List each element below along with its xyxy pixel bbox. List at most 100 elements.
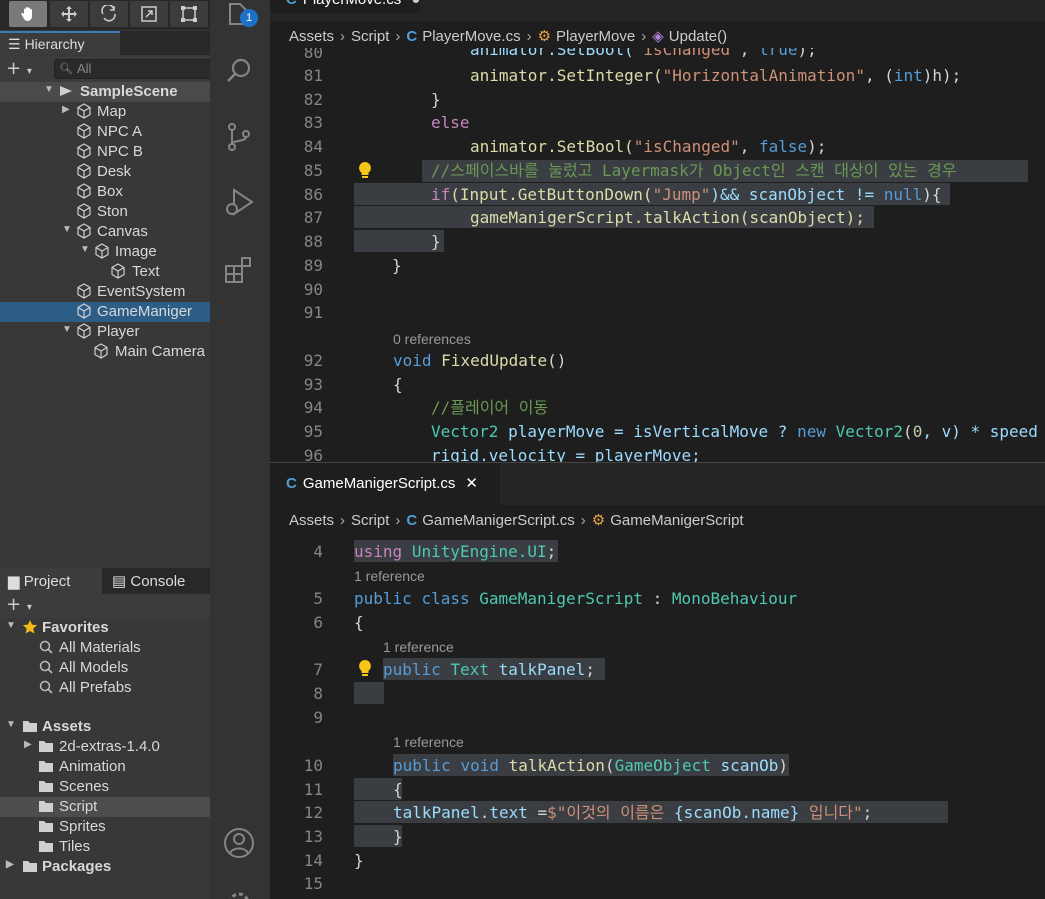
project-item-label: 2d-extras-1.4.0 [59,738,160,755]
line-number: 85 [303,161,323,180]
expand-down-icon[interactable]: ▼ [6,719,16,730]
line-number: 4 [313,542,323,561]
codelens-references[interactable]: 1 reference [383,639,454,655]
hierarchy-item[interactable]: EventSystem [0,282,210,302]
move-tool-button[interactable] [50,1,88,27]
extensions-button[interactable] [222,252,256,286]
lightbulb-icon[interactable] [358,659,372,677]
codelens-references[interactable]: 0 references [393,331,471,347]
run-debug-button[interactable] [222,185,256,219]
settings-button[interactable] [222,886,256,899]
codelens-references[interactable]: 1 reference [393,734,464,750]
crumb-assets[interactable]: Assets [289,512,334,529]
crumb-class[interactable]: GameManigerScript [610,512,743,529]
line-number: 87 [303,208,323,227]
asset-folder[interactable]: Scenes [0,777,210,797]
scale-tool-button[interactable] [130,1,168,27]
expand-down-icon[interactable]: ▼ [62,224,72,235]
console-tab[interactable]: ▤ Console [104,568,210,594]
hierarchy-item[interactable]: NPC A [0,122,210,142]
code-line-5: public class GameManigerScript : MonoBeh… [354,589,798,608]
search-button[interactable] [222,54,256,88]
hierarchy-item-label: Desk [97,163,132,180]
favorite-item[interactable]: All Models [0,658,210,678]
favorite-item[interactable]: All Prefabs [0,678,210,698]
folder-icon [38,838,54,854]
search-icon [38,659,54,675]
expand-down-icon[interactable]: ▼ [80,244,90,255]
crumb-script[interactable]: Script [351,512,389,529]
folder-icon [38,778,54,794]
line-number: 11 [303,780,323,799]
favorites-row[interactable]: ▼ Favorites [0,618,210,638]
project-item-label: All Prefabs [59,679,132,696]
expand-down-icon[interactable]: ▼ [44,84,54,95]
tab-playermove[interactable]: CPlayerMove.cs● [270,0,421,13]
expand-right-icon[interactable]: ▶ [24,739,32,750]
lightbulb-icon[interactable] [358,161,372,179]
favorite-item[interactable]: All Materials [0,638,210,658]
hierarchy-item[interactable]: ▶ Map [0,102,210,122]
packages-row[interactable]: ▶ Packages [0,857,210,877]
expand-down-icon[interactable]: ▼ [6,620,16,631]
hierarchy-tab[interactable]: ☰ Hierarchy [0,31,120,55]
hierarchy-item[interactable]: Text [0,262,210,282]
hierarchy-item[interactable]: ▼ Player [0,322,210,342]
hierarchy-item[interactable]: Box [0,182,210,202]
asset-folder[interactable]: Sprites [0,817,210,837]
hierarchy-item[interactable]: GameManiger [0,302,210,322]
rect-tool-button[interactable] [170,1,208,27]
search-icon: 🔍︎ [59,63,73,75]
hierarchy-item-label: Ston [97,203,128,220]
rotate-tool-button[interactable] [90,1,128,27]
code-line-96: rigid.velocity = playerMove; [431,446,701,462]
expand-down-icon[interactable]: ▼ [62,324,72,335]
rotate-icon [101,5,116,22]
hierarchy-search-input[interactable]: 🔍︎ All [54,59,214,79]
project-item-label: Sprites [59,818,106,835]
accounts-button[interactable] [222,826,256,860]
codelens-references[interactable]: 1 reference [354,568,425,584]
line-number: 91 [303,303,323,322]
explorer-badge: 1 [240,9,258,27]
crumb-method[interactable]: Update() [669,28,727,45]
code-area-1[interactable]: 80 81 82 83 84 85 86 87 88 89 90 91 92 93 94 95 96 anima… [270,0,1045,462]
project-tab[interactable]: ▆ Project [0,568,102,594]
gear-icon [229,892,249,899]
hierarchy-item[interactable]: NPC B [0,142,210,162]
crumb-assets[interactable]: Assets [289,28,334,45]
add-object-button[interactable]: + ▾ [6,58,32,79]
scene-row[interactable]: ▼ SampleScene [0,82,210,102]
create-asset-button[interactable]: + ▾ [6,594,32,615]
tab-gamemanigerscript[interactable]: C GameManigerScript.cs ✕ [270,463,500,505]
code-line-88: } [431,232,441,251]
hierarchy-item-label: Box [97,183,123,200]
search-icon [227,58,251,82]
hand-tool-button[interactable] [9,1,47,27]
hierarchy-item[interactable]: ▼ Canvas [0,222,210,242]
asset-folder[interactable]: Animation [0,757,210,777]
crumb-script[interactable]: Script [351,28,389,45]
hierarchy-item[interactable]: Ston [0,202,210,222]
hierarchy-item[interactable]: Main Camera [0,342,210,362]
chevron-right-icon: › [580,512,586,529]
run-debug-icon [226,188,254,216]
hierarchy-tabbar: ☰ Hierarchy [0,31,210,55]
crumb-file[interactable]: PlayerMove.cs [422,28,520,45]
hierarchy-item[interactable]: Desk [0,162,210,182]
dirty-dot-icon[interactable]: ● [411,0,420,8]
code-line-10: public void talkAction(GameObject scanOb… [393,756,788,775]
source-control-button[interactable] [222,120,256,154]
close-icon[interactable]: ✕ [465,475,478,492]
assets-row[interactable]: ▼ Assets [0,717,210,737]
asset-folder[interactable]: Tiles [0,837,210,857]
asset-folder[interactable]: ▶ 2d-extras-1.4.0 [0,737,210,757]
hierarchy-item[interactable]: ▼ Image [0,242,210,262]
asset-folder[interactable]: Script [0,797,210,817]
expand-right-icon[interactable]: ▶ [62,104,70,115]
gameobject-cube-icon [76,303,92,319]
expand-right-icon[interactable]: ▶ [6,859,14,870]
crumb-class[interactable]: PlayerMove [556,28,635,45]
crumb-file[interactable]: GameManigerScript.cs [422,512,575,529]
csharp-file-icon: C [406,512,418,529]
